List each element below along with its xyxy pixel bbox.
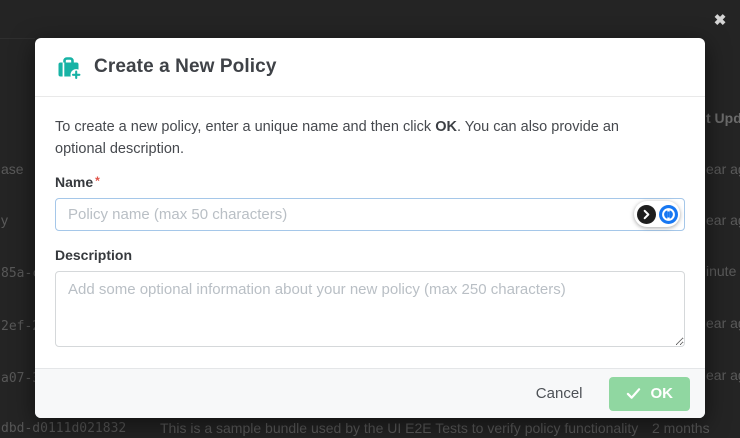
dialog-footer: Cancel OK — [35, 368, 705, 418]
bg-table-cell: y — [1, 212, 8, 228]
bg-table-cell-description: This is a sample bundle used by the UI E… — [160, 420, 639, 436]
bg-column-header-last-updated: t Upd — [706, 110, 740, 126]
close-icon[interactable]: ✖ — [708, 8, 732, 32]
bg-table-cell-id: dbd-d0111d021832 — [1, 421, 127, 436]
bg-table-cell-updated: ear ag — [706, 367, 740, 383]
check-icon — [626, 387, 641, 400]
policy-name-input[interactable] — [55, 197, 685, 231]
bg-table-cell-updated: 2 months — [652, 420, 710, 436]
browser-extension-pill[interactable] — [634, 201, 680, 227]
policy-description-textarea[interactable] — [55, 270, 685, 347]
description-field-label: Description — [55, 246, 133, 263]
create-policy-dialog: Create a New Policy To create a new poli… — [35, 38, 705, 418]
bg-table-cell: ase — [1, 161, 24, 177]
onepassword-icon[interactable] — [658, 204, 678, 224]
bg-table-cell-updated: inute — [706, 263, 737, 279]
ok-button-label: OK — [650, 385, 674, 402]
name-field-label: Name * — [55, 173, 100, 190]
dialog-title: Create a New Policy — [94, 56, 277, 77]
dialog-intro-text: To create a new policy, enter a unique n… — [55, 119, 619, 157]
dialog-header: Create a New Policy — [35, 38, 705, 97]
bg-table-cell-updated: ear ag — [706, 315, 740, 331]
chevron-right-icon[interactable] — [636, 204, 656, 224]
bg-table-cell-updated: ear ag — [706, 212, 740, 228]
briefcase-plus-icon — [55, 54, 82, 81]
cancel-button[interactable]: Cancel — [536, 385, 583, 402]
ok-button[interactable]: OK — [608, 376, 690, 411]
required-asterisk: * — [95, 173, 100, 188]
background-header-divider — [0, 38, 35, 39]
bg-table-cell-updated: ear ag — [706, 161, 740, 177]
dialog-body: To create a new policy, enter a unique n… — [35, 97, 705, 352]
